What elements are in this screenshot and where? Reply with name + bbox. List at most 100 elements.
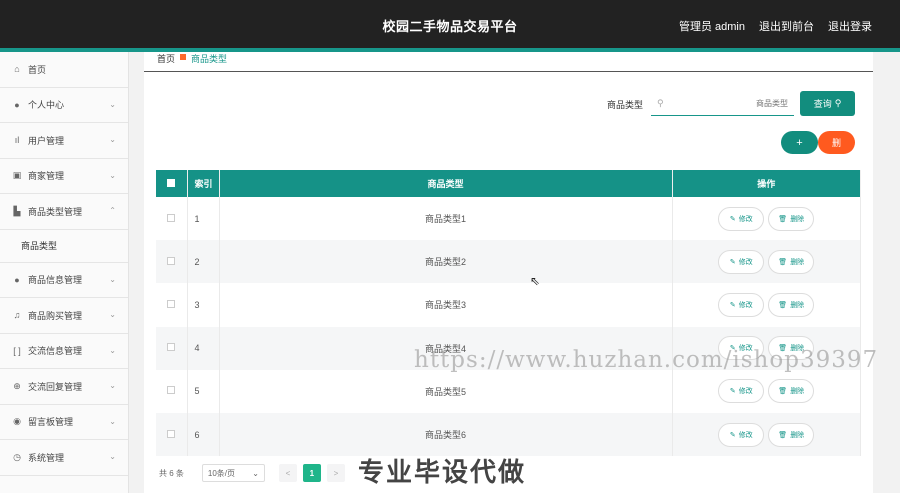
search-input[interactable] (663, 99, 789, 108)
column-header-actions: 操作 (672, 170, 861, 197)
search-label: 商品类型 (607, 99, 644, 110)
chevron-down-icon: ⌄ (109, 381, 116, 390)
bell-icon: ♫ (13, 310, 21, 321)
sidebar-item-label: 商家管理 (28, 171, 65, 182)
column-header-type: 商品类型 (219, 170, 673, 197)
breadcrumb-divider (144, 71, 873, 72)
prev-page-button[interactable]: < (278, 464, 297, 482)
delete-button[interactable]: 🗑 删除 (768, 206, 815, 231)
edit-button-label: 修改 (738, 215, 753, 223)
row-index: 6 (187, 412, 220, 457)
sidebar-item-label: 交流回复管理 (28, 381, 83, 392)
sidebar-item-home[interactable]: ⌂ 首页 (0, 52, 128, 88)
row-checkbox-cell (156, 283, 188, 327)
query-button[interactable]: 查询 ⚲ (800, 91, 855, 116)
select-all-cell (156, 170, 188, 197)
chevron-down-icon: ⌄ (109, 99, 116, 109)
search-field[interactable]: ⚲ (651, 92, 795, 116)
delete-button[interactable]: 🗑 删除 (768, 422, 815, 447)
edit-button-label: 修改 (738, 258, 753, 266)
query-button-label: 查询 (813, 99, 832, 109)
chevron-down-icon: ⌄ (109, 310, 116, 319)
row-index: 3 (187, 283, 220, 327)
row-checkbox[interactable] (167, 343, 176, 352)
breadcrumb-separator (180, 54, 187, 60)
delete-button[interactable]: 🗑 删除 (768, 379, 815, 404)
sidebar-item-label: 首页 (28, 64, 47, 75)
delete-button[interactable]: 🗑 删除 (768, 292, 815, 317)
sidebar-item-guestbook[interactable]: ◉ 留言板管理 ⌄ (0, 405, 128, 440)
edit-button-label: 修改 (738, 431, 753, 439)
table-row: 6 商品类型6 ✎ 修改 🗑 删除 (156, 412, 861, 457)
next-page-button[interactable]: > (326, 464, 345, 482)
logout-link[interactable]: 退出登录 (828, 18, 872, 34)
sidebar-item-messages[interactable]: [ ] 交流信息管理 ⌄ (0, 334, 128, 369)
row-checkbox[interactable] (167, 299, 176, 308)
table-header-row: 索引 商品类型 操作 (156, 170, 861, 197)
mouse-cursor-icon: ⇖ (530, 274, 541, 288)
batch-delete-button[interactable]: 删 (818, 131, 855, 154)
edit-button[interactable]: ✎ 修改 (718, 422, 765, 447)
add-button[interactable]: + (781, 131, 818, 154)
sidebar-item-products[interactable]: ● 商品信息管理 ⌄ (0, 263, 128, 298)
breadcrumb-home[interactable]: 首页 (157, 52, 175, 65)
back-to-frontend-link[interactable]: 退出到前台 (759, 18, 814, 34)
pagination-total: 共 6 条 (159, 468, 184, 478)
edit-button-label: 修改 (738, 388, 753, 396)
edit-button-label: 修改 (738, 301, 753, 309)
chevron-down-icon: ⌄ (109, 416, 116, 426)
compass-icon: ⊕ (13, 380, 21, 391)
row-checkbox[interactable] (167, 256, 176, 265)
page-button-current[interactable]: 1 (302, 464, 321, 482)
trash-icon: 🗑 (778, 301, 788, 309)
delete-button-label: 删除 (790, 388, 805, 396)
table-row: 5 商品类型5 ✎ 修改 🗑 删除 (156, 369, 861, 413)
edit-button[interactable]: ✎ 修改 (718, 379, 765, 404)
chevron-down-icon: ⌄ (109, 274, 116, 284)
row-checkbox[interactable] (167, 429, 176, 438)
sidebar-item-profile[interactable]: ● 个人中心 ⌄ (0, 88, 128, 123)
edit-button[interactable]: ✎ 修改 (718, 249, 765, 274)
row-actions: ✎ 修改 🗑 删除 (672, 326, 861, 370)
delete-button-label: 删除 (790, 258, 805, 266)
sidebar-item-category-mgmt[interactable]: ▙ 商品类型管理 ⌃ (0, 194, 128, 230)
sidebar-item-users[interactable]: ıl 用户管理 ⌄ (0, 123, 128, 159)
sidebar-item-label: 商品信息管理 (28, 275, 83, 286)
search-icon: ⚲ (657, 98, 664, 108)
sidebar-item-label: 留言板管理 (28, 417, 74, 428)
page-size-value: 10条/页 (207, 468, 236, 478)
delete-button[interactable]: 🗑 删除 (768, 249, 815, 274)
sidebar-subitem-category[interactable]: 商品类型 (0, 229, 128, 263)
row-type: 商品类型6 (219, 412, 673, 457)
user-icon: ● (14, 274, 20, 285)
row-checkbox[interactable] (167, 386, 176, 395)
edit-icon: ✎ (729, 301, 736, 309)
row-type: 商品类型1 (219, 197, 673, 241)
sidebar-item-merchants[interactable]: ▣ 商家管理 ⌄ (0, 159, 128, 194)
scan-icon: [ ] (13, 345, 21, 356)
row-type: 商品类型3 (219, 283, 673, 327)
edit-button[interactable]: ✎ 修改 (718, 292, 765, 317)
search-icon: ⚲ (834, 98, 842, 108)
user-icon: ● (14, 99, 20, 110)
column-header-index: 索引 (187, 170, 220, 197)
sidebar-item-system[interactable]: ◷ 系统管理 ⌄ (0, 440, 128, 476)
sidebar-item-purchases[interactable]: ♫ 商品购买管理 ⌄ (0, 298, 128, 334)
trash-icon: 🗑 (778, 215, 788, 223)
delete-button-label: 删除 (790, 431, 805, 439)
select-all-checkbox[interactable] (167, 178, 176, 187)
edit-button[interactable]: ✎ 修改 (718, 336, 765, 361)
sidebar-item-replies[interactable]: ⊕ 交流回复管理 ⌄ (0, 369, 128, 405)
row-checkbox[interactable] (167, 213, 176, 222)
page-size-select[interactable]: 10条/页 ⌄ (201, 464, 265, 482)
delete-button-label: 删除 (790, 215, 805, 223)
chevron-down-icon: ⌄ (109, 345, 116, 355)
admin-user-label: 管理员 admin (678, 21, 745, 33)
row-index: 1 (187, 197, 220, 241)
edit-icon: ✎ (729, 431, 736, 439)
row-actions: ✎ 修改 🗑 删除 (672, 412, 861, 457)
delete-button[interactable]: 🗑 删除 (768, 336, 815, 361)
row-type: 商品类型4 (219, 326, 673, 370)
edit-button[interactable]: ✎ 修改 (718, 206, 765, 231)
row-index: 4 (187, 326, 220, 370)
